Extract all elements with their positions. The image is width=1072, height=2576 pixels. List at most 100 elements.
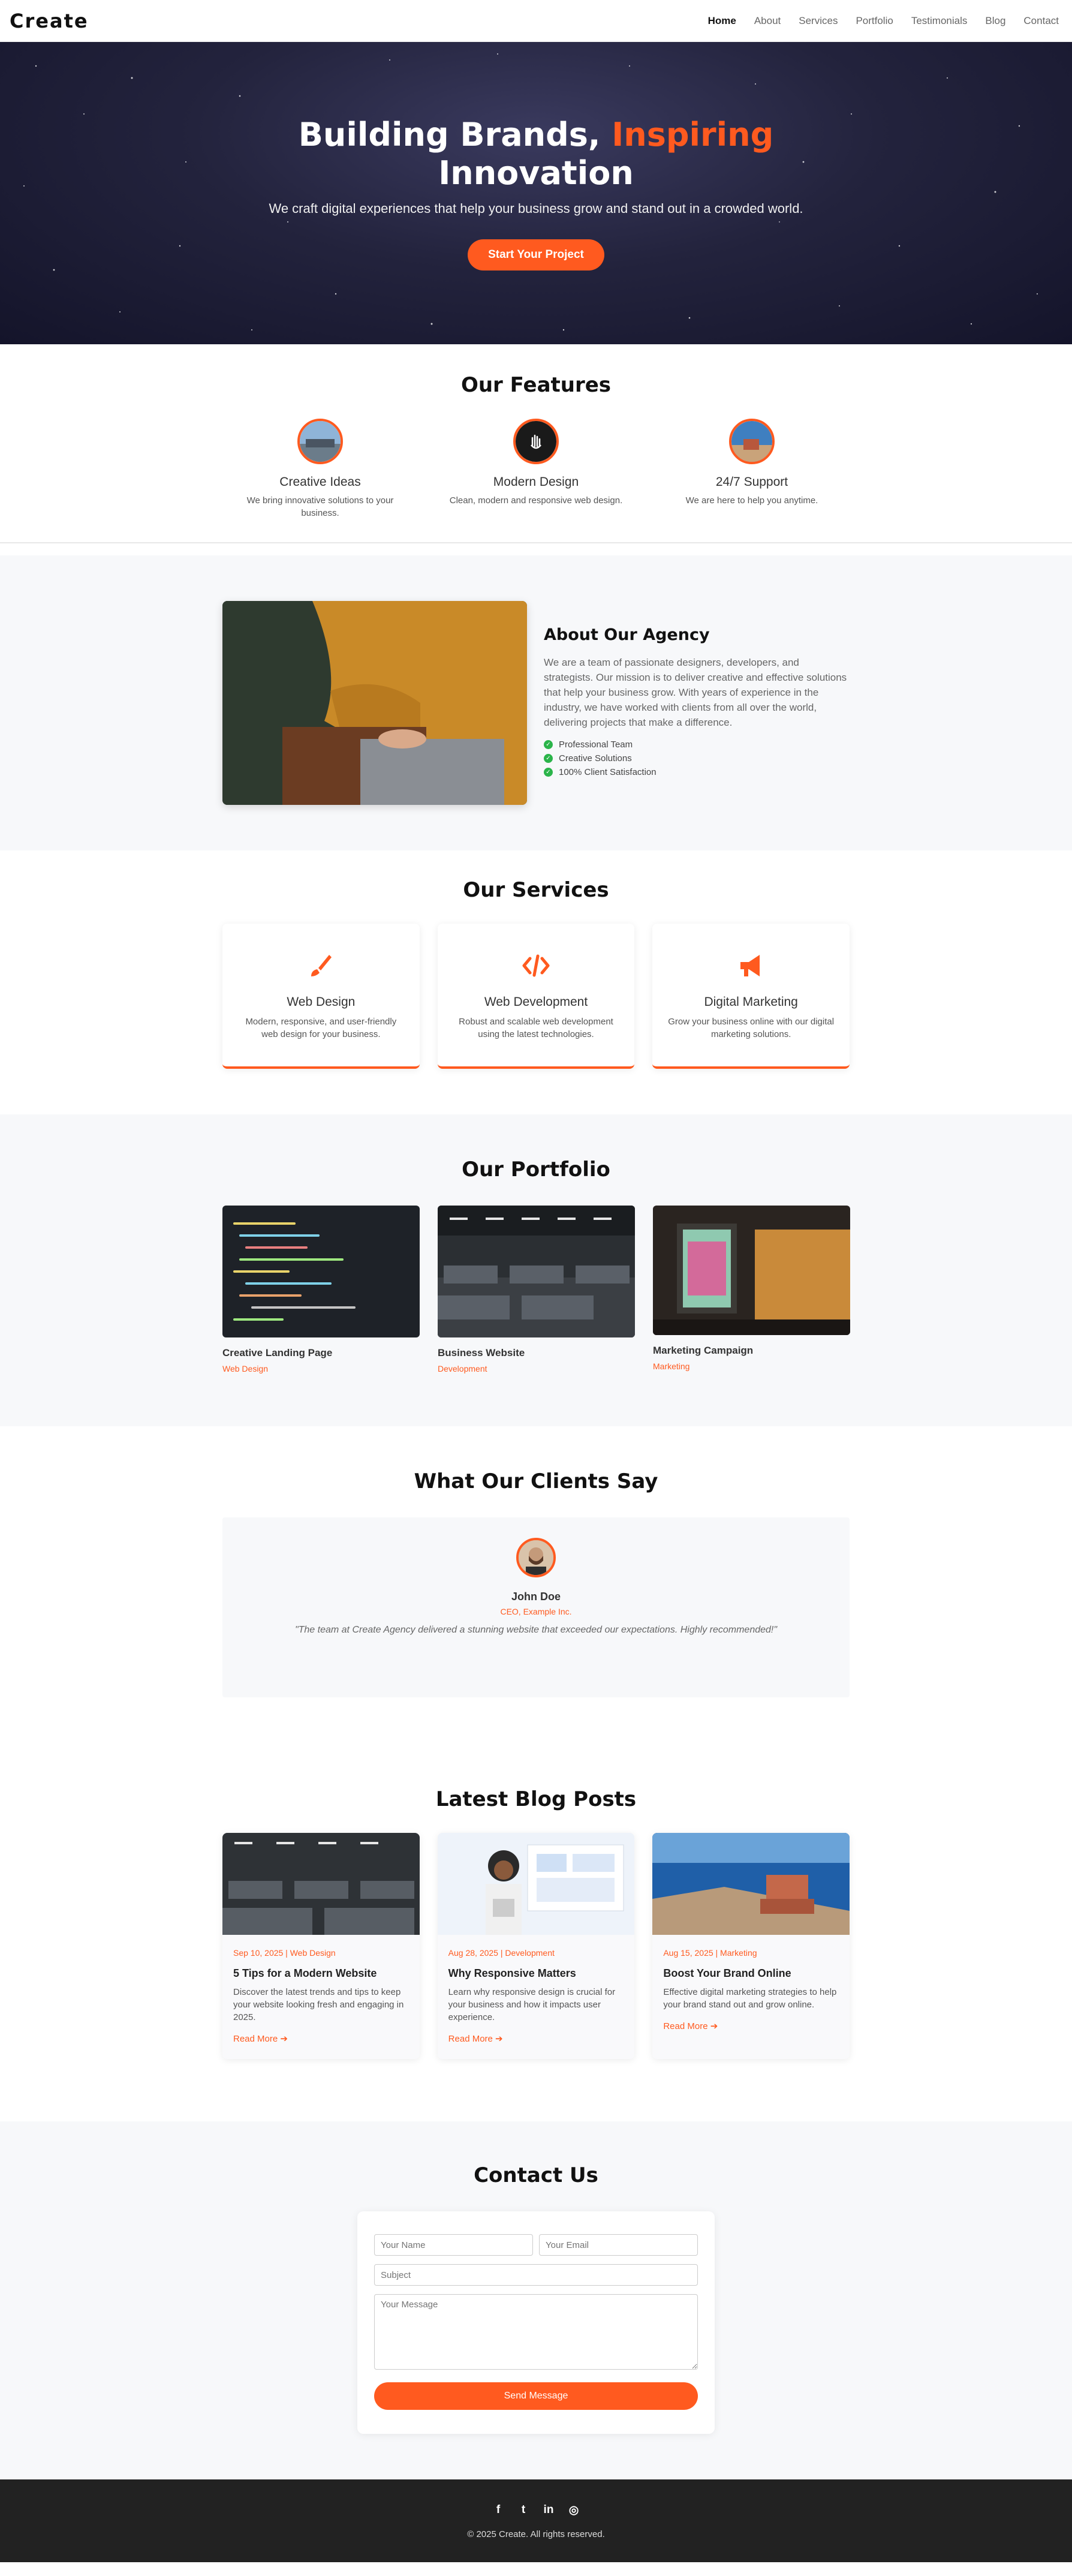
feature-text: We bring innovative solutions to your bu…	[246, 495, 394, 518]
portfolio-item[interactable]: Marketing Campaign Marketing	[653, 1206, 850, 1373]
list-item: ✓ Professional Team	[544, 740, 850, 750]
service-text: Grow your business online with our digit…	[668, 1017, 835, 1039]
sofa-photo-icon	[729, 419, 775, 464]
hand-icon	[513, 419, 559, 464]
feature-title: 24/7 Support	[715, 475, 788, 489]
portfolio-image	[222, 1206, 420, 1337]
nav-link-testimonials[interactable]: Testimonials	[911, 15, 968, 27]
check-label: 100% Client Satisfaction	[559, 767, 657, 777]
portfolio-section: Our Portfolio Creative Landing Page Web …	[0, 1114, 1072, 1426]
portfolio-item-title: Business Website	[438, 1347, 525, 1358]
start-project-button[interactable]: Start Your Project	[468, 239, 604, 270]
services-section: Our Services Web Design Modern, responsi…	[0, 850, 1072, 1114]
hero-title-part1: Building Brands,	[298, 116, 612, 154]
check-label: Professional Team	[559, 739, 633, 750]
check-circle-icon: ✓	[544, 767, 553, 777]
nav-link-home[interactable]: Home	[708, 15, 736, 27]
blog-card: Sep 10, 2025 | Web Design 5 Tips for a M…	[222, 1833, 420, 2059]
blog-meta: Sep 10, 2025 | Web Design	[233, 1948, 336, 1958]
portfolio-item-title: Creative Landing Page	[222, 1347, 333, 1358]
portfolio-image	[438, 1206, 635, 1337]
nav-link-blog[interactable]: Blog	[985, 15, 1005, 27]
megaphone-icon	[740, 955, 760, 976]
arrow-right-icon: ➔	[495, 2034, 503, 2044]
feature-title: Creative Ideas	[279, 475, 361, 489]
portfolio-item-title: Marketing Campaign	[653, 1345, 754, 1356]
about-title: About Our Agency	[544, 625, 710, 644]
hero-section: Building Brands, Inspiring Innovation We…	[0, 42, 1072, 344]
subject-input[interactable]	[374, 2264, 698, 2286]
service-card[interactable]: Digital Marketing Grow your business onl…	[652, 924, 850, 1069]
check-circle-icon: ✓	[544, 740, 553, 749]
read-more-label: Read More	[663, 2021, 708, 2031]
blog-post-title: Boost Your Brand Online	[663, 1967, 791, 1979]
portfolio-item[interactable]: Business Website Development	[438, 1206, 635, 1373]
blog-meta: Aug 15, 2025 | Marketing	[663, 1948, 757, 1958]
about-section: About Our Agency We are a team of passio…	[0, 555, 1072, 850]
twitter-icon[interactable]: t	[517, 2503, 530, 2517]
arrow-right-icon: ➔	[280, 2034, 288, 2044]
nav-links: Home About Services Portfolio Testimonia…	[708, 15, 1062, 27]
read-more-link[interactable]: Read More ➔	[448, 2033, 503, 2044]
footer: f t in ◎ © 2025 Create. All rights reser…	[0, 2479, 1072, 2562]
check-label: Creative Solutions	[559, 753, 632, 764]
portfolio-item[interactable]: Creative Landing Page Web Design	[222, 1206, 420, 1373]
blog-post-title: 5 Tips for a Modern Website	[233, 1967, 377, 1979]
blog-title: Latest Blog Posts	[435, 1787, 637, 1811]
send-message-button[interactable]: Send Message	[374, 2382, 698, 2410]
feature-card: Modern Design Clean, modern and responsi…	[446, 419, 626, 519]
testimonial-card: John Doe CEO, Example Inc. "The team at …	[222, 1517, 850, 1697]
services-title: Our Services	[463, 878, 609, 902]
contact-title: Contact Us	[474, 2163, 598, 2187]
nav-link-services[interactable]: Services	[799, 15, 838, 27]
read-more-link[interactable]: Read More ➔	[663, 2021, 718, 2031]
service-title: Web Design	[287, 995, 356, 1009]
blog-excerpt: Discover the latest trends and tips to k…	[233, 1987, 404, 2022]
blog-image	[652, 1833, 850, 1935]
linkedin-icon[interactable]: in	[542, 2503, 555, 2517]
portfolio-image	[653, 1206, 850, 1335]
service-title: Digital Marketing	[704, 995, 798, 1009]
blog-meta: Aug 28, 2025 | Development	[448, 1948, 555, 1958]
hero-title: Building Brands, Inspiring Innovation	[266, 116, 806, 193]
social-links: f t in ◎	[0, 2503, 1072, 2517]
service-text: Modern, responsive, and user-friendly we…	[245, 1017, 397, 1039]
check-circle-icon: ✓	[544, 753, 553, 763]
testimonials-section: What Our Clients Say John Doe CEO, Examp…	[0, 1426, 1072, 1769]
nav-link-about[interactable]: About	[754, 15, 781, 27]
instagram-icon[interactable]: ◎	[567, 2503, 580, 2517]
nav-link-contact[interactable]: Contact	[1023, 15, 1059, 27]
navbar: Create Home About Services Portfolio Tes…	[0, 0, 1072, 42]
read-more-link[interactable]: Read More ➔	[233, 2033, 288, 2044]
features-section: Our Features Creative Ideas We bring inn…	[0, 344, 1072, 543]
arrow-right-icon: ➔	[710, 2021, 718, 2031]
testimonial-quote: "The team at Create Agency delivered a s…	[294, 1625, 778, 1635]
portfolio-item-category: Web Design	[222, 1364, 269, 1373]
blog-excerpt: Learn why responsive design is crucial f…	[448, 1987, 616, 2022]
landscape-photo-icon	[297, 419, 343, 464]
about-image	[222, 601, 527, 805]
code-icon	[522, 954, 550, 977]
portfolio-title: Our Portfolio	[462, 1158, 610, 1182]
read-more-label: Read More	[233, 2034, 278, 2044]
name-input[interactable]	[374, 2234, 533, 2256]
features-title: Our Features	[460, 373, 612, 397]
hero-title-part2: Innovation	[438, 154, 634, 192]
paintbrush-icon	[311, 955, 332, 976]
blog-excerpt: Effective digital marketing strategies t…	[663, 1987, 837, 2010]
feature-card: 24/7 Support We are here to help you any…	[662, 419, 842, 519]
hero-title-accent: Inspiring	[612, 116, 774, 154]
read-more-label: Read More	[448, 2034, 493, 2044]
message-textarea[interactable]	[374, 2294, 698, 2370]
logo[interactable]: Create	[10, 10, 89, 32]
service-card[interactable]: Web Design Modern, responsive, and user-…	[222, 924, 420, 1069]
facebook-icon[interactable]: f	[492, 2503, 505, 2517]
testimonial-name: John Doe	[511, 1591, 561, 1603]
service-card[interactable]: Web Development Robust and scalable web …	[437, 924, 635, 1069]
nav-link-portfolio[interactable]: Portfolio	[856, 15, 893, 27]
portfolio-item-category: Marketing	[653, 1361, 690, 1371]
feature-title: Modern Design	[493, 475, 579, 489]
email-input[interactable]	[539, 2234, 698, 2256]
feature-text: Clean, modern and responsive web design.	[449, 495, 623, 506]
hero-subtitle: We craft digital experiences that help y…	[269, 201, 803, 216]
